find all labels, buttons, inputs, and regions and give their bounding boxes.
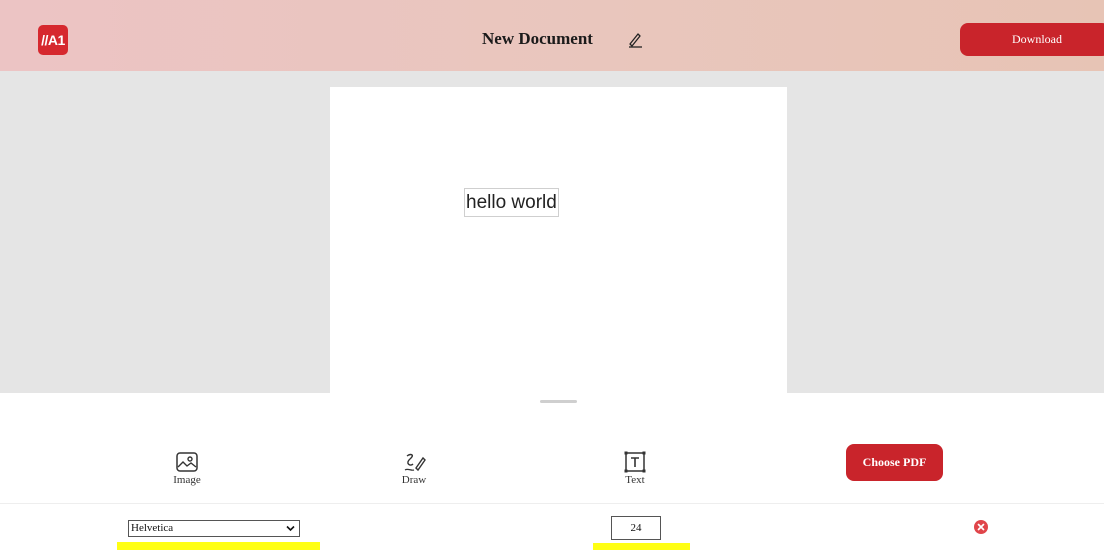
draw-icon (404, 453, 426, 472)
top-header: //A1 New Document Download (0, 0, 1104, 71)
app-logo[interactable]: //A1 (38, 25, 68, 55)
text-tool-button[interactable]: Text (605, 451, 665, 486)
image-icon (176, 452, 198, 472)
font-family-select[interactable]: Helvetica (128, 520, 300, 537)
text-tool-label: Text (625, 474, 645, 486)
canvas-text-element[interactable]: hello world (464, 188, 559, 217)
image-tool-label: Image (173, 474, 201, 486)
panel-divider (0, 503, 1104, 504)
download-button[interactable]: Download (960, 23, 1104, 56)
font-size-input[interactable]: 24 (611, 516, 661, 540)
chevron-down-icon (286, 525, 295, 532)
pencil-icon[interactable] (627, 30, 643, 48)
font-family-value: Helvetica (131, 522, 174, 534)
text-box-icon (624, 451, 646, 473)
image-tool-button[interactable]: Image (157, 451, 217, 486)
draw-tool-button[interactable]: Draw (384, 451, 444, 486)
bottom-panel: Image Draw Text Choose PDF Helvetica 24 (0, 393, 1104, 550)
document-workspace: hello world (0, 71, 1104, 393)
panel-drag-handle[interactable] (540, 400, 577, 403)
close-circle-icon[interactable] (974, 520, 988, 534)
document-title[interactable]: New Document (482, 29, 593, 49)
choose-pdf-button[interactable]: Choose PDF (846, 444, 943, 481)
draw-tool-label: Draw (401, 474, 427, 486)
pdf-page[interactable]: hello world (330, 87, 787, 393)
